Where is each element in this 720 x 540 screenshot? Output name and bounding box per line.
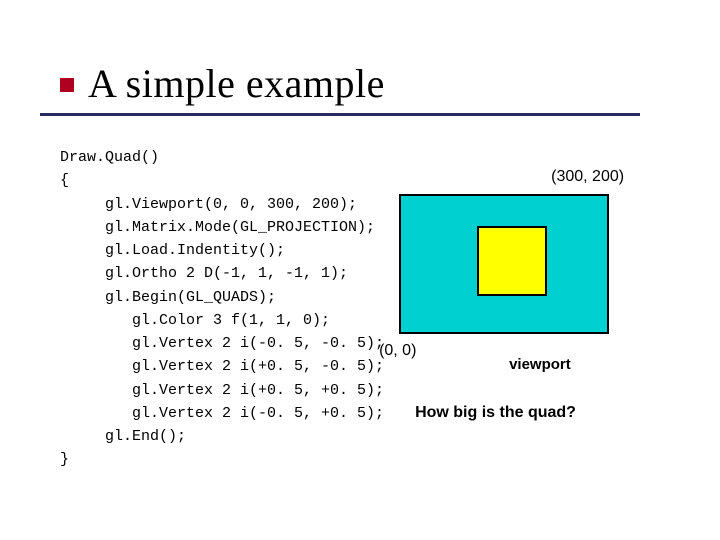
content-area: Draw.Quad() { gl.Viewport(0, 0, 300, 200… xyxy=(60,146,720,472)
code-line: gl.Matrix.Mode(GL_PROJECTION); xyxy=(60,219,375,236)
question-text: How big is the quad? xyxy=(415,404,576,422)
code-line: gl.Load.Indentity(); xyxy=(60,242,285,259)
code-line: gl.End(); xyxy=(60,428,186,445)
title-row: A simple example xyxy=(60,60,720,107)
code-line: gl.Ortho 2 D(-1, 1, -1, 1); xyxy=(60,265,348,282)
title-underline xyxy=(40,113,640,116)
code-line: gl.Viewport(0, 0, 300, 200); xyxy=(60,196,357,213)
code-line: gl.Vertex 2 i(-0. 5, -0. 5); xyxy=(60,335,384,352)
code-line: gl.Begin(GL_QUADS); xyxy=(60,289,276,306)
code-line: Draw.Quad() xyxy=(60,149,159,166)
slide-title: A simple example xyxy=(88,60,385,107)
code-block: Draw.Quad() { gl.Viewport(0, 0, 300, 200… xyxy=(60,146,384,472)
title-bullet-icon xyxy=(60,78,74,92)
slide: A simple example Draw.Quad() { gl.Viewpo… xyxy=(0,0,720,540)
code-line: gl.Vertex 2 i(-0. 5, +0. 5); xyxy=(60,405,384,422)
coord-bottom-left: (0, 0) xyxy=(379,342,416,360)
diagram-panel: (300, 200) (0, 0) viewport How big is th… xyxy=(389,146,639,472)
code-line: gl.Color 3 f(1, 1, 0); xyxy=(60,312,330,329)
code-line: gl.Vertex 2 i(+0. 5, +0. 5); xyxy=(60,382,384,399)
quad-rect xyxy=(477,226,547,296)
coord-top-right: (300, 200) xyxy=(551,168,624,186)
code-line: { xyxy=(60,172,69,189)
code-line: } xyxy=(60,451,69,468)
code-line: gl.Vertex 2 i(+0. 5, -0. 5); xyxy=(60,358,384,375)
viewport-label: viewport xyxy=(509,356,571,373)
